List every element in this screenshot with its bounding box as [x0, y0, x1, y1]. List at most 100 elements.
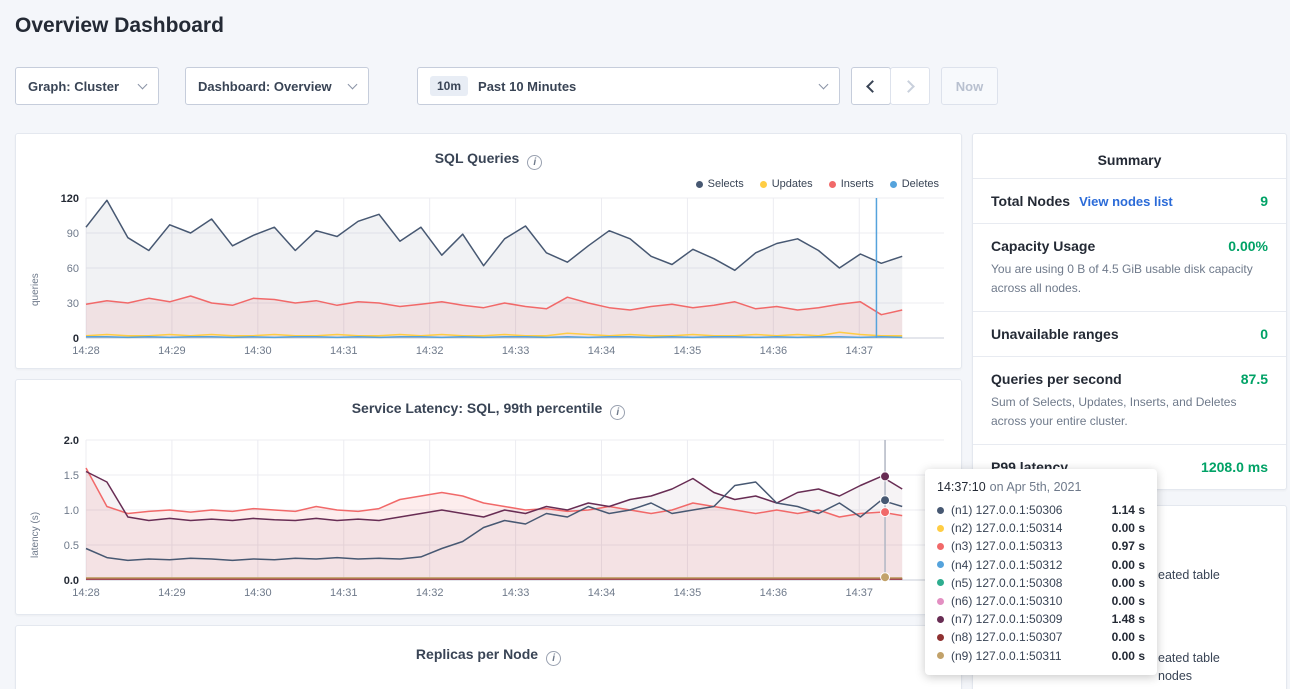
node-address: (n1) 127.0.0.1:50306 — [951, 503, 1062, 517]
svg-text:14:37: 14:37 — [845, 587, 873, 599]
svg-text:14:31: 14:31 — [330, 345, 358, 357]
node-address: (n8) 127.0.0.1:50307 — [951, 630, 1062, 644]
legend-label: Updates — [772, 178, 813, 190]
legend-color-dot — [829, 181, 836, 188]
summary-value: 9 — [1260, 193, 1268, 209]
dashboard-dropdown[interactable]: Dashboard: Overview — [185, 67, 369, 105]
chevron-left-icon — [866, 80, 879, 93]
node-address: (n4) 127.0.0.1:50312 — [951, 558, 1062, 572]
node-latency-value: 0.00 s — [1112, 594, 1145, 608]
svg-text:14:28: 14:28 — [72, 345, 100, 357]
service-latency-chart-card: Service Latency: SQL, 99th percentilei l… — [15, 379, 962, 615]
node-latency-value: 0.00 s — [1112, 576, 1145, 590]
node-color-dot — [937, 579, 944, 586]
summary-row: Total Nodes View nodes list 9 — [973, 178, 1286, 223]
node-address: (n6) 127.0.0.1:50310 — [951, 594, 1062, 608]
svg-text:14:34: 14:34 — [588, 587, 616, 599]
legend-color-dot — [760, 181, 767, 188]
node-color-dot — [937, 652, 944, 659]
summary-row: Unavailable ranges0 — [973, 311, 1286, 356]
svg-text:14:33: 14:33 — [502, 345, 530, 357]
svg-text:1.0: 1.0 — [64, 505, 79, 517]
svg-text:14:30: 14:30 — [244, 345, 272, 357]
dashboard-dropdown-label: Dashboard: Overview — [198, 79, 332, 94]
svg-text:2.0: 2.0 — [64, 435, 79, 447]
summary-label: Capacity Usage — [991, 238, 1095, 254]
chart-title-row: Replicas per Nodei — [16, 646, 961, 666]
svg-text:0.0: 0.0 — [64, 575, 79, 587]
info-icon[interactable]: i — [610, 405, 625, 420]
svg-text:0.5: 0.5 — [64, 540, 79, 552]
legend-item-selects[interactable]: Selects — [696, 178, 744, 190]
legend-item-updates[interactable]: Updates — [760, 178, 813, 190]
summary-label: Total Nodes — [991, 193, 1070, 209]
chevron-right-icon — [902, 80, 915, 93]
node-latency-value: 1.14 s — [1112, 503, 1145, 517]
view-nodes-list-link[interactable]: View nodes list — [1079, 194, 1173, 209]
summary-row: Capacity Usage0.00%You are using 0 B of … — [973, 223, 1286, 311]
now-button[interactable]: Now — [941, 67, 998, 105]
summary-panel: Summary Total Nodes View nodes list 9 Capac… — [972, 133, 1287, 490]
graph-dropdown[interactable]: Graph: Cluster — [15, 67, 159, 105]
chart-legend: Selects Updates Inserts Deletes — [696, 178, 939, 190]
chart-title: SQL Queries — [435, 150, 520, 166]
tooltip-node-row: (n7) 127.0.0.1:50309 1.48 s — [937, 610, 1145, 628]
chevron-down-icon — [819, 79, 829, 89]
tooltip-time: 14:37:10 — [937, 480, 986, 494]
sql-queries-chart[interactable]: 14:2814:2914:3014:3114:3214:3314:3414:35… — [30, 192, 950, 362]
svg-text:14:34: 14:34 — [588, 345, 616, 357]
tooltip-node-row: (n9) 127.0.0.1:503110.00 s — [937, 647, 1145, 665]
summary-value: 87.5 — [1241, 371, 1268, 387]
time-range-label: Past 10 Minutes — [478, 79, 576, 94]
summary-subtext: Sum of Selects, Updates, Inserts, and De… — [991, 393, 1268, 430]
summary-value: 1208.0 ms — [1201, 459, 1268, 475]
info-icon[interactable]: i — [527, 155, 542, 170]
info-icon[interactable]: i — [546, 651, 561, 666]
node-latency-value: 0.00 s — [1112, 630, 1145, 644]
svg-text:14:28: 14:28 — [72, 587, 100, 599]
svg-text:1.5: 1.5 — [64, 470, 79, 482]
node-latency-value: 0.00 s — [1112, 649, 1145, 663]
tooltip-node-row: (n8) 127.0.0.1:50307 0.00 s — [937, 628, 1145, 646]
svg-text:14:37: 14:37 — [845, 345, 873, 357]
node-color-dot — [937, 561, 944, 568]
chevron-down-icon — [138, 79, 148, 89]
svg-text:14:30: 14:30 — [244, 587, 272, 599]
chart-title: Service Latency: SQL, 99th percentile — [352, 400, 603, 416]
legend-color-dot — [890, 181, 897, 188]
time-range-dropdown[interactable]: 10m Past 10 Minutes — [417, 67, 840, 105]
summary-subtext: You are using 0 B of 4.5 GiB usable disk… — [991, 260, 1268, 297]
node-address: (n5) 127.0.0.1:50308 — [951, 576, 1062, 590]
node-color-dot — [937, 525, 944, 532]
svg-text:120: 120 — [61, 193, 79, 205]
legend-item-inserts[interactable]: Inserts — [829, 178, 874, 190]
summary-label: Unavailable ranges — [991, 326, 1119, 342]
summary-row: Queries per second87.5Sum of Selects, Up… — [973, 356, 1286, 444]
chart-hover-tooltip: 14:37:10 on Apr 5th, 2021 (n1) 127.0.0.1:… — [925, 469, 1157, 675]
summary-title: Summary — [973, 134, 1286, 178]
node-address: (n3) 127.0.0.1:50313 — [951, 539, 1062, 553]
svg-text:14:29: 14:29 — [158, 587, 186, 599]
node-color-dot — [937, 634, 944, 641]
node-latency-value: 1.48 s — [1112, 612, 1145, 626]
tooltip-date: on Apr 5th, 2021 — [990, 480, 1082, 494]
tooltip-node-row: (n4) 127.0.0.1:503120.00 s — [937, 556, 1145, 574]
service-latency-chart[interactable]: 14:2814:2914:3014:3114:3214:3314:3414:35… — [30, 434, 950, 604]
node-address: (n7) 127.0.0.1:50309 — [951, 612, 1062, 626]
time-prev-button[interactable] — [851, 67, 891, 105]
tooltip-node-row: (n6) 127.0.0.1:50310 0.00 s — [937, 592, 1145, 610]
node-latency-value: 0.97 s — [1112, 539, 1145, 553]
legend-label: Deletes — [902, 178, 939, 190]
tooltip-rows: (n1) 127.0.0.1:50306 1.14 s (n2) 127.0.0.1… — [937, 501, 1145, 665]
svg-text:14:29: 14:29 — [158, 345, 186, 357]
svg-text:30: 30 — [67, 298, 79, 310]
tooltip-node-row: (n5) 127.0.0.1:50308 0.00 s — [937, 574, 1145, 592]
time-range-badge: 10m — [430, 76, 468, 96]
tooltip-node-row: (n1) 127.0.0.1:50306 1.14 s — [937, 501, 1145, 519]
time-next-button[interactable] — [890, 67, 930, 105]
tooltip-node-row: (n2) 127.0.0.1:503140.00 s — [937, 519, 1145, 537]
svg-text:14:32: 14:32 — [416, 345, 444, 357]
svg-text:14:36: 14:36 — [760, 587, 788, 599]
svg-text:60: 60 — [67, 263, 79, 275]
legend-item-deletes[interactable]: Deletes — [890, 178, 939, 190]
